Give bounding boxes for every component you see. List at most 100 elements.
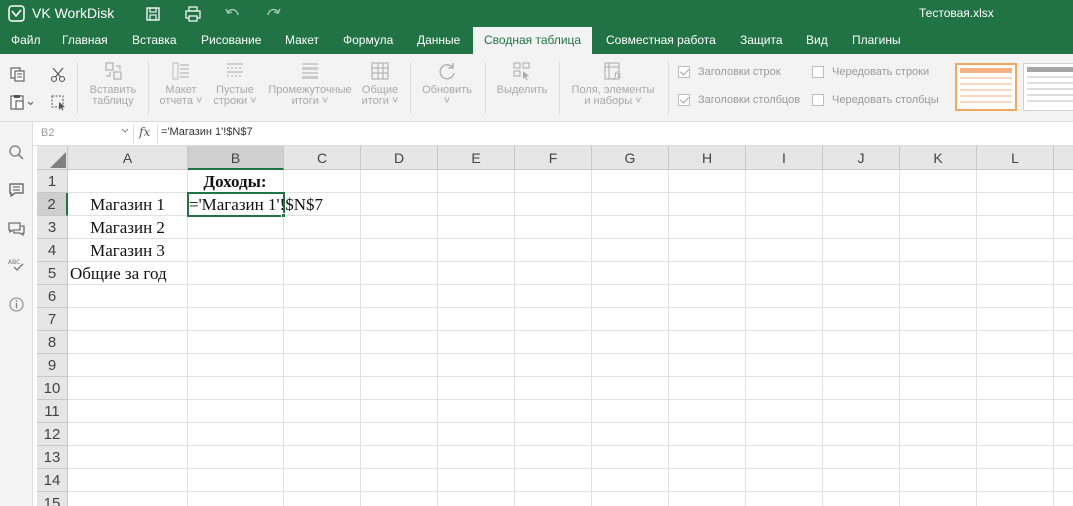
redo-icon[interactable] (264, 5, 282, 23)
ribbon: Вставить таблицу Макет отчета ˅ Пустые с… (0, 54, 1073, 122)
row-header-2[interactable]: 2 (37, 193, 68, 216)
row-header-4[interactable]: 4 (37, 239, 68, 262)
spreadsheet-grid: A B C D E F G H I J K L 1 2 3 4 5 6 7 8 … (37, 146, 1073, 506)
column-header-g[interactable]: G (592, 146, 669, 170)
copy-icon[interactable] (9, 66, 26, 83)
select-button[interactable]: Выделить (494, 60, 550, 96)
tab-draw[interactable]: Рисование (190, 27, 272, 54)
insert-table-button[interactable]: Вставить таблицу (87, 60, 139, 107)
row-header-11[interactable]: 11 (37, 400, 68, 423)
insert-function-icon[interactable]: fx (139, 125, 150, 139)
banded-rows-checkbox[interactable]: Чередовать строки (812, 66, 929, 82)
row-header-14[interactable]: 14 (37, 469, 68, 492)
column-headers-checkbox[interactable]: Заголовки столбцов (678, 94, 800, 110)
search-icon[interactable] (8, 144, 25, 161)
select-all-corner[interactable] (37, 146, 68, 170)
cut-icon[interactable] (50, 66, 67, 83)
row-header-5[interactable]: 5 (37, 262, 68, 285)
row-header-10[interactable]: 10 (37, 377, 68, 400)
report-layout-icon (172, 62, 189, 80)
field-list-icon: fx (604, 62, 622, 80)
subtotals-icon (302, 63, 318, 79)
row-header-6[interactable]: 6 (37, 285, 68, 308)
app-logo-icon (8, 5, 25, 22)
tab-plugins[interactable]: Плагины (841, 27, 912, 54)
tab-layout[interactable]: Макет (274, 27, 330, 54)
row-headers-check-icon (678, 66, 690, 79)
banded-columns-checkbox[interactable]: Чередовать столбцы (812, 94, 939, 110)
comment-icon[interactable] (8, 182, 25, 199)
column-header-e[interactable]: E (438, 146, 515, 170)
tab-collaboration[interactable]: Совместная работа (595, 27, 727, 54)
column-header-h[interactable]: H (669, 146, 746, 170)
select-icon (513, 62, 530, 80)
field-list-button[interactable]: fx Поля, элементы и наборы ˅ (568, 60, 658, 107)
row-header-12[interactable]: 12 (37, 423, 68, 446)
tab-file[interactable]: Файл (0, 27, 52, 54)
row-header-15[interactable]: 15 (37, 492, 68, 506)
row-header-9[interactable]: 9 (37, 354, 68, 377)
left-side-panel: ABC (0, 122, 33, 506)
column-header-b[interactable]: B (188, 146, 284, 170)
row-header-13[interactable]: 13 (37, 446, 68, 469)
chevron-down-icon[interactable] (121, 128, 129, 134)
column-header-f[interactable]: F (515, 146, 592, 170)
cell-reference: B2 (41, 127, 55, 139)
cell-a3[interactable]: Магазин 2 (68, 216, 187, 239)
row-header-7[interactable]: 7 (37, 308, 68, 331)
cell-b1[interactable]: Доходы: (187, 170, 283, 193)
pivot-style-preview-icon (1027, 67, 1073, 102)
column-header-k[interactable]: K (900, 146, 977, 170)
pivot-style-thumbnail-2[interactable] (1023, 63, 1073, 111)
cell-a4[interactable]: Магазин 3 (68, 239, 187, 262)
refresh-button[interactable]: Обновить ˅ (420, 60, 474, 107)
save-icon[interactable] (144, 5, 162, 23)
blank-rows-icon (227, 63, 243, 77)
name-box[interactable]: B2 (37, 125, 131, 142)
column-header-m[interactable] (1054, 146, 1073, 170)
spellcheck-icon[interactable]: ABC (8, 256, 25, 273)
paste-icon[interactable] (9, 94, 35, 111)
document-title: Тестовая.xlsx (919, 6, 994, 20)
info-icon[interactable] (8, 296, 25, 313)
undo-icon[interactable] (224, 5, 242, 23)
column-header-i[interactable]: I (746, 146, 823, 170)
tab-insert[interactable]: Вставка (121, 27, 188, 54)
cell-a5[interactable]: Общие за год (70, 262, 167, 285)
banded-rows-check-icon (812, 66, 824, 79)
pivot-style-thumbnail-1[interactable] (955, 63, 1017, 111)
chat-icon[interactable] (8, 220, 25, 237)
column-header-a[interactable]: A (68, 146, 188, 170)
tab-pivot-table[interactable]: Сводная таблица (473, 27, 593, 54)
column-header-j[interactable]: J (823, 146, 900, 170)
tab-view[interactable]: Вид (795, 27, 839, 54)
tab-home[interactable]: Главная (51, 27, 119, 54)
corner-triangle-icon (50, 152, 66, 168)
tab-data[interactable]: Данные (406, 27, 471, 54)
grand-totals-button[interactable]: Общие итоги ˅ (356, 60, 404, 107)
formula-bar: B2 fx ='Магазин 1'!$N$7 (33, 122, 1073, 146)
cell-a2[interactable]: Магазин 1 (68, 193, 187, 216)
title-bar: VK WorkDisk Тестовая.xlsx (0, 0, 1073, 27)
column-header-l[interactable]: L (977, 146, 1054, 170)
column-headers-check-icon (678, 94, 690, 107)
svg-text:fx: fx (613, 71, 622, 80)
refresh-icon (439, 63, 455, 80)
select-all-icon[interactable] (50, 94, 67, 111)
column-header-d[interactable]: D (361, 146, 438, 170)
svg-text:ABC: ABC (8, 259, 20, 266)
blank-rows-button[interactable]: Пустые строки ˅ (210, 60, 260, 107)
row-header-8[interactable]: 8 (37, 331, 68, 354)
row-header-3[interactable]: 3 (37, 216, 68, 239)
subtotals-button[interactable]: Промежуточные итоги ˅ (266, 60, 354, 107)
cell-area[interactable]: Доходы: Магазин 1 ='Магазин 1'!$N$7 Мага… (68, 170, 1073, 506)
formula-input[interactable]: ='Магазин 1'!$N$7 (161, 126, 253, 138)
report-layout-button[interactable]: Макет отчета ˅ (157, 60, 205, 107)
column-header-c[interactable]: C (284, 146, 361, 170)
cell-b2[interactable]: ='Магазин 1'!$N$7 (189, 193, 323, 216)
row-header-1[interactable]: 1 (37, 170, 68, 193)
tab-protection[interactable]: Защита (729, 27, 794, 54)
tab-formula[interactable]: Формула (332, 27, 404, 54)
print-icon[interactable] (184, 5, 202, 23)
row-headers-checkbox[interactable]: Заголовки строк (678, 66, 781, 82)
